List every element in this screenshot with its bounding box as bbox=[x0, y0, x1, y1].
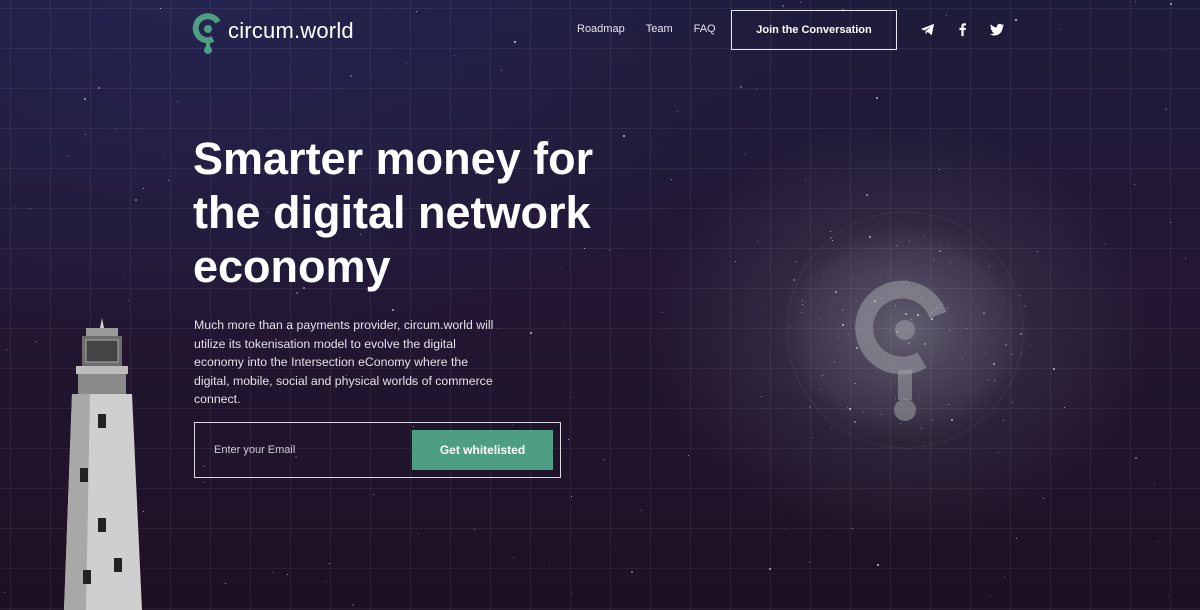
star bbox=[324, 581, 326, 583]
star bbox=[123, 274, 125, 276]
star bbox=[143, 187, 145, 189]
star bbox=[757, 239, 759, 241]
lighthouse-image bbox=[64, 318, 142, 610]
star bbox=[876, 563, 879, 566]
star bbox=[662, 311, 664, 313]
brand-name: circum.world bbox=[228, 18, 354, 43]
get-whitelisted-button[interactable]: Get whitelisted bbox=[412, 430, 553, 470]
star bbox=[391, 308, 394, 311]
star bbox=[329, 562, 331, 564]
star bbox=[805, 178, 807, 180]
star bbox=[35, 341, 37, 343]
star bbox=[743, 153, 745, 155]
nav-link-team[interactable]: Team bbox=[646, 23, 673, 35]
star bbox=[167, 179, 169, 181]
nav-link-roadmap[interactable]: Roadmap bbox=[577, 23, 625, 35]
star bbox=[1105, 244, 1107, 246]
star bbox=[67, 155, 69, 157]
social-links bbox=[920, 22, 1005, 37]
brand-logo[interactable]: circum.world bbox=[192, 12, 354, 56]
star bbox=[406, 63, 408, 65]
star bbox=[563, 324, 565, 326]
hero-description: Much more than a payments provider, circ… bbox=[194, 318, 494, 406]
star bbox=[1016, 537, 1018, 539]
star bbox=[350, 74, 353, 77]
star bbox=[613, 547, 615, 549]
star bbox=[225, 582, 227, 584]
galaxy-logo-orb bbox=[760, 205, 1050, 455]
star bbox=[676, 110, 678, 112]
hero-headline: Smarter money for the digital network ec… bbox=[193, 133, 594, 292]
star bbox=[1167, 595, 1169, 597]
star bbox=[85, 134, 87, 136]
star bbox=[866, 193, 869, 196]
star bbox=[203, 481, 205, 483]
join-conversation-button[interactable]: Join the Conversation bbox=[731, 10, 897, 50]
star bbox=[276, 308, 278, 310]
star bbox=[641, 510, 643, 512]
circum-logo-icon bbox=[192, 13, 221, 54]
star bbox=[1164, 107, 1167, 110]
star bbox=[1134, 183, 1136, 185]
star bbox=[1064, 406, 1066, 408]
star bbox=[568, 438, 570, 440]
star bbox=[418, 532, 420, 534]
telegram-icon[interactable] bbox=[920, 22, 935, 37]
star bbox=[1169, 222, 1171, 224]
star bbox=[1135, 457, 1138, 460]
star bbox=[755, 88, 757, 90]
star bbox=[513, 556, 515, 558]
star bbox=[631, 570, 634, 573]
nav-link-faq[interactable]: FAQ bbox=[694, 23, 716, 35]
star bbox=[687, 454, 689, 456]
star bbox=[6, 349, 8, 351]
star bbox=[529, 332, 532, 335]
star bbox=[569, 396, 571, 398]
email-input[interactable] bbox=[195, 423, 412, 477]
star bbox=[29, 208, 31, 210]
star bbox=[1156, 540, 1158, 542]
star bbox=[735, 261, 737, 263]
star bbox=[271, 571, 273, 573]
star bbox=[164, 156, 166, 158]
star bbox=[97, 87, 100, 90]
top-navigation: circum.world Roadmap Team FAQ Join the C… bbox=[0, 0, 1200, 60]
whitelist-form: Get whitelisted bbox=[194, 422, 561, 478]
star bbox=[808, 562, 810, 564]
star bbox=[1154, 483, 1156, 485]
star bbox=[768, 568, 771, 571]
star bbox=[1184, 258, 1186, 260]
star bbox=[740, 86, 743, 89]
star bbox=[571, 496, 573, 497]
star bbox=[670, 178, 672, 180]
star bbox=[84, 97, 87, 100]
star bbox=[287, 573, 289, 575]
star bbox=[785, 528, 787, 530]
star bbox=[603, 458, 605, 460]
star bbox=[1042, 498, 1044, 500]
star bbox=[134, 198, 137, 201]
star bbox=[115, 128, 117, 130]
star bbox=[500, 69, 502, 71]
facebook-icon[interactable] bbox=[955, 22, 970, 37]
nav-links: Roadmap Team FAQ bbox=[577, 23, 716, 35]
star bbox=[4, 591, 6, 593]
star bbox=[852, 527, 854, 529]
star bbox=[1052, 367, 1055, 370]
star bbox=[128, 300, 129, 302]
star bbox=[939, 168, 941, 170]
star bbox=[1004, 577, 1006, 579]
star bbox=[571, 592, 573, 594]
star bbox=[177, 101, 179, 103]
star bbox=[473, 528, 475, 530]
star bbox=[875, 96, 878, 99]
star bbox=[990, 595, 992, 597]
star bbox=[373, 494, 375, 496]
twitter-icon[interactable] bbox=[990, 22, 1005, 37]
star bbox=[549, 561, 551, 563]
star bbox=[13, 205, 15, 207]
star bbox=[351, 604, 354, 607]
